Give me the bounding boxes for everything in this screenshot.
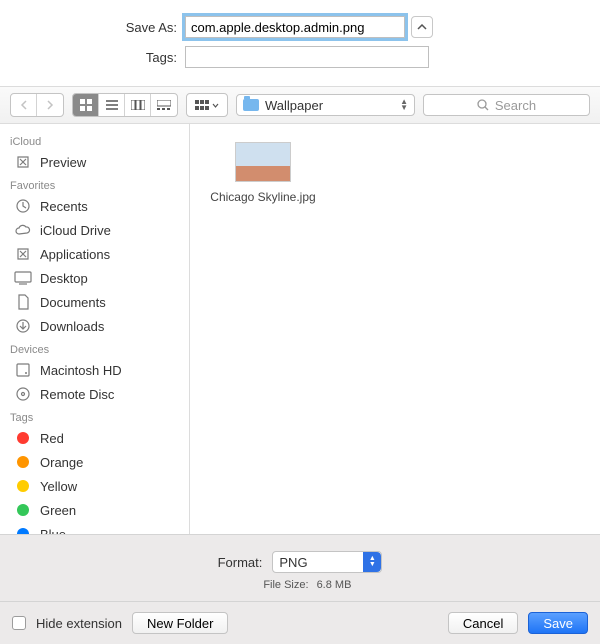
format-label: Format: xyxy=(218,555,263,570)
sidebar-item-label: Red xyxy=(40,431,64,446)
search-field[interactable]: Search xyxy=(423,94,590,116)
sidebar-item-label: Downloads xyxy=(40,319,104,334)
sidebar-item-preview[interactable]: Preview xyxy=(0,150,189,174)
sidebar[interactable]: iCloud Preview Favorites Recents iCloud Driv… xyxy=(0,124,190,534)
sidebar-desktop-icon xyxy=(14,269,32,287)
folder-icon xyxy=(243,99,259,111)
hide-extension-checkbox[interactable] xyxy=(12,616,26,630)
sidebar-item-label: Preview xyxy=(40,155,86,170)
sidebar-section-header: Tags xyxy=(0,406,189,426)
list-view-button[interactable] xyxy=(99,94,125,116)
file-tile[interactable]: Chicago Skyline.jpg xyxy=(208,142,318,204)
format-value: PNG xyxy=(279,555,307,570)
save-as-label: Save As: xyxy=(0,20,185,35)
search-placeholder: Search xyxy=(495,98,536,113)
column-view-button[interactable] xyxy=(125,94,151,116)
sidebar-section-header: iCloud xyxy=(0,130,189,150)
main-area: iCloud Preview Favorites Recents iCloud Driv… xyxy=(0,124,600,534)
sidebar-download-icon xyxy=(14,317,32,335)
sidebar-disc-icon xyxy=(14,385,32,403)
sidebar-item-label: Documents xyxy=(40,295,106,310)
gallery-icon xyxy=(157,100,171,110)
group-by-button[interactable] xyxy=(187,94,227,116)
sidebar-clock-icon xyxy=(14,197,32,215)
sidebar-section-header: Favorites xyxy=(0,174,189,194)
save-dialog: Save As: Tags: xyxy=(0,0,600,644)
tag-dot-icon xyxy=(14,429,32,447)
new-folder-button[interactable]: New Folder xyxy=(132,612,228,634)
sidebar-item-label: Yellow xyxy=(40,479,77,494)
grid-icon xyxy=(80,99,92,111)
chevron-up-icon xyxy=(417,24,427,30)
save-button[interactable]: Save xyxy=(528,612,588,634)
tag-dot-icon xyxy=(14,501,32,519)
toolbar: Wallpaper ▲▼ Search xyxy=(0,86,600,124)
sidebar-item-blue[interactable]: Blue xyxy=(0,522,189,534)
file-name-label: Chicago Skyline.jpg xyxy=(208,190,318,204)
sidebar-app-icon xyxy=(14,245,32,263)
icon-view-button[interactable] xyxy=(73,94,99,116)
location-popup[interactable]: Wallpaper ▲▼ xyxy=(236,94,415,116)
sidebar-item-label: iCloud Drive xyxy=(40,223,111,238)
save-form: Save As: Tags: xyxy=(0,0,600,86)
sidebar-item-orange[interactable]: Orange xyxy=(0,450,189,474)
sidebar-app-icon xyxy=(14,153,32,171)
sidebar-item-remote-disc[interactable]: Remote Disc xyxy=(0,382,189,406)
sidebar-item-label: Desktop xyxy=(40,271,88,286)
sidebar-item-desktop[interactable]: Desktop xyxy=(0,266,189,290)
view-mode-segment xyxy=(72,93,178,117)
group-icon xyxy=(195,100,209,110)
format-bar: Format: PNG ▲▼ File Size: 6.8 MB xyxy=(0,534,600,601)
file-grid[interactable]: Chicago Skyline.jpg xyxy=(190,124,600,534)
select-arrows-icon: ▲▼ xyxy=(363,552,381,572)
sidebar-item-label: Applications xyxy=(40,247,110,262)
tag-dot-icon xyxy=(14,453,32,471)
sidebar-item-label: Remote Disc xyxy=(40,387,114,402)
forward-button[interactable] xyxy=(37,94,63,116)
file-thumbnail xyxy=(235,142,291,182)
chevron-right-icon xyxy=(47,100,54,110)
filesize-value: 6.8 MB xyxy=(317,579,352,591)
group-segment xyxy=(186,93,228,117)
hide-extension-label: Hide extension xyxy=(36,616,122,631)
sidebar-item-yellow[interactable]: Yellow xyxy=(0,474,189,498)
chevron-left-icon xyxy=(20,100,27,110)
sidebar-item-label: Recents xyxy=(40,199,88,214)
filesize-label: File Size: xyxy=(249,579,309,591)
chevron-down-icon xyxy=(212,103,219,108)
sidebar-item-red[interactable]: Red xyxy=(0,426,189,450)
sidebar-item-label: Macintosh HD xyxy=(40,363,122,378)
location-label: Wallpaper xyxy=(265,98,323,113)
tags-label: Tags: xyxy=(0,50,185,65)
sidebar-hdd-icon xyxy=(14,361,32,379)
sidebar-item-macintosh-hd[interactable]: Macintosh HD xyxy=(0,358,189,382)
sidebar-item-recents[interactable]: Recents xyxy=(0,194,189,218)
sidebar-item-downloads[interactable]: Downloads xyxy=(0,314,189,338)
tag-dot-icon xyxy=(14,477,32,495)
search-icon xyxy=(477,99,489,111)
sidebar-doc-icon xyxy=(14,293,32,311)
columns-icon xyxy=(131,100,145,110)
tags-input[interactable] xyxy=(185,46,429,68)
nav-segment xyxy=(10,93,64,117)
format-select[interactable]: PNG ▲▼ xyxy=(272,551,382,573)
sidebar-item-icloud-drive[interactable]: iCloud Drive xyxy=(0,218,189,242)
updown-icon: ▲▼ xyxy=(400,99,408,111)
sidebar-item-label: Orange xyxy=(40,455,83,470)
sidebar-item-green[interactable]: Green xyxy=(0,498,189,522)
tag-dot-icon xyxy=(14,525,32,534)
sidebar-item-label: Blue xyxy=(40,527,66,535)
sidebar-item-applications[interactable]: Applications xyxy=(0,242,189,266)
back-button[interactable] xyxy=(11,94,37,116)
collapse-button[interactable] xyxy=(411,16,433,38)
filename-input[interactable] xyxy=(185,16,405,38)
cancel-button[interactable]: Cancel xyxy=(448,612,518,634)
sidebar-section-header: Devices xyxy=(0,338,189,358)
list-icon xyxy=(106,100,118,110)
sidebar-item-label: Green xyxy=(40,503,76,518)
bottom-bar: Hide extension New Folder Cancel Save xyxy=(0,601,600,644)
sidebar-cloud-icon xyxy=(14,221,32,239)
gallery-view-button[interactable] xyxy=(151,94,177,116)
sidebar-item-documents[interactable]: Documents xyxy=(0,290,189,314)
